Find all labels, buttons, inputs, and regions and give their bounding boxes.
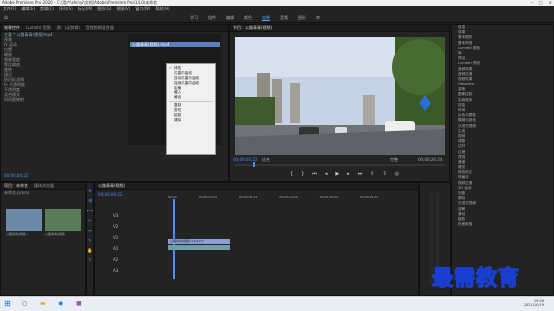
thumb-label-2: 公路青青(视频) — [45, 232, 66, 236]
timeline-panel: 公路青青(视频) 00;00;04;22 00;00 00;00;04;23 00;… — [94, 182, 419, 296]
windows-taskbar: ⊞ ○ ▬ ◉ ■ 19:28 2021/10/19 — [0, 296, 554, 311]
tab-source[interactable]: 源：(无剪辑) — [57, 25, 80, 31]
hand-icon[interactable]: ✋ — [87, 249, 93, 254]
watermark-logo: 最需教育 — [431, 264, 520, 290]
mark-in-icon[interactable]: { — [290, 171, 293, 177]
pen-icon[interactable]: ✎ — [88, 239, 92, 244]
track-v2[interactable]: V2 — [113, 224, 118, 229]
ws-editing[interactable]: 编辑 — [226, 15, 234, 21]
quality-dropdown[interactable]: 完整 — [390, 157, 398, 163]
browser-icon[interactable]: ◉ — [58, 300, 63, 307]
effects-panel: 信息 效果 基本图形 基本声音 Lumetri 颜色库预设 Lumetri 预设 音频效果音… — [451, 24, 554, 296]
step-back-icon[interactable]: ◂ — [325, 171, 328, 177]
extract-icon[interactable]: ⇪ — [383, 171, 387, 177]
effects-list-item[interactable]: 页面剥落 — [452, 222, 553, 227]
project-thumb-1[interactable] — [6, 209, 42, 231]
go-to-out-icon[interactable]: ⏭ — [358, 171, 363, 177]
audio-clip[interactable] — [168, 245, 230, 250]
program-title: 节目：公路青青(视频) — [233, 25, 273, 30]
track-a1[interactable]: A1 — [113, 246, 118, 251]
ws-learn[interactable]: 学习 — [190, 15, 198, 21]
slip-icon[interactable]: ↔ — [88, 229, 92, 234]
track-a2[interactable]: A2 — [113, 257, 118, 262]
lift-icon[interactable]: ⇧ — [370, 171, 374, 177]
ec-timecode: 00;00;04;22 — [4, 173, 29, 178]
selection-tool-icon[interactable]: ➤ — [88, 189, 92, 194]
timeline-timecode[interactable]: 00;00;04;22 — [98, 192, 122, 197]
home-icon[interactable]: ⌂ — [4, 14, 8, 21]
thumb-label-1: 公路青青(视频)... — [6, 232, 30, 236]
track-a3[interactable]: A3 — [113, 268, 118, 273]
program-duration: 00;00;26;24 — [418, 157, 443, 162]
ws-effects[interactable]: 效果 — [262, 15, 270, 21]
timeline-ruler[interactable]: 00;00 00;00;04;23 00;00;09;23 00;00;14;23 00… — [168, 195, 378, 199]
tab-lumetri-scopes[interactable]: Lumetri 范围 — [26, 25, 51, 31]
project-name: 未命名.prproj — [4, 189, 30, 195]
razor-icon[interactable]: ✂ — [88, 219, 92, 224]
project-panel: 项目：未命名 媒体浏览器 未命名.prproj 公路青青(视频)... 公路青青… — [0, 182, 86, 296]
program-scrubber[interactable] — [235, 162, 445, 167]
project-thumb-2[interactable] — [45, 209, 81, 231]
ws-color[interactable]: 颜色 — [244, 15, 252, 21]
type-icon[interactable]: T — [89, 259, 92, 264]
program-monitor: 节目：公路青青(视频) 00;00;04;22 适合 完整 00;00;26;2… — [229, 24, 450, 182]
video-clip[interactable]: 公路青青(视频).mp4 [V] — [168, 239, 230, 244]
ws-assembly[interactable]: 组件 — [208, 15, 216, 21]
keyframe-context-menu: 线性 贝塞尔曲线 自动贝塞尔曲线 连续贝塞尔曲线 定格 缓入 缓出 复制 剪切 … — [166, 63, 216, 155]
ec-clip-bar[interactable]: 公路青青(视频).mp4 — [130, 42, 220, 47]
go-to-in-icon[interactable]: ⏮ — [312, 171, 317, 177]
premiere-taskbar-icon[interactable]: ■ — [76, 300, 82, 307]
export-frame-icon[interactable]: ◎ — [395, 171, 399, 177]
workspace-bar: ⌂ 学习 组件 编辑 颜色 效果 音频 图形 库 — [0, 12, 554, 23]
transport-controls: { } ⏮ ◂ ▶ ▸ ⏭ ⇧ ⇪ ◎ — [290, 171, 399, 177]
timeline-title[interactable]: 公路青青(视频) — [98, 183, 125, 189]
maximize-icon[interactable]: □ — [539, 0, 543, 5]
ctx-linear[interactable]: 线性 — [167, 66, 215, 71]
road-scene-image — [235, 37, 445, 155]
tools-panel: ➤ ⇶ ⟷ ✂ ↔ ✎ ✋ T — [86, 182, 94, 296]
track-headers: V3 V2 V1 A1 A2 A3 — [113, 213, 118, 273]
tab-project[interactable]: 项目：未命名 — [4, 183, 28, 189]
track-v1[interactable]: V1 — [113, 235, 118, 240]
ws-libraries[interactable]: 库 — [316, 15, 320, 21]
play-icon[interactable]: ▶ — [335, 171, 339, 177]
track-v3[interactable]: V3 — [113, 213, 118, 218]
playhead-icon[interactable] — [253, 162, 255, 167]
fit-dropdown[interactable]: 适合 — [262, 157, 270, 163]
explorer-icon[interactable]: ▬ — [40, 300, 46, 307]
step-forward-icon[interactable]: ▸ — [347, 171, 350, 177]
track-select-icon[interactable]: ⇶ — [88, 199, 92, 204]
windows-start-icon[interactable]: ⊞ — [4, 299, 11, 308]
tab-effect-controls[interactable]: 效果控件 — [4, 25, 20, 31]
tab-audio-mixer[interactable]: 音频剪辑混合器 — [86, 25, 114, 31]
ripple-edit-icon[interactable]: ⟷ — [87, 209, 93, 214]
ws-audio[interactable]: 音频 — [280, 15, 288, 21]
search-icon[interactable]: ○ — [22, 300, 27, 307]
clock-date: 2021/10/19 — [523, 303, 544, 307]
tab-media-browser[interactable]: 媒体浏览器 — [34, 183, 54, 189]
program-video-frame[interactable] — [235, 37, 445, 155]
minimize-icon[interactable]: ─ — [530, 0, 532, 5]
ctx-clear[interactable]: 清除 — [167, 118, 215, 123]
mark-out-icon[interactable]: } — [301, 171, 304, 177]
ctx-ease-out[interactable]: 缓出 — [167, 95, 215, 100]
close-icon[interactable]: ✕ — [549, 0, 552, 5]
ws-graphics[interactable]: 图形 — [298, 15, 306, 21]
